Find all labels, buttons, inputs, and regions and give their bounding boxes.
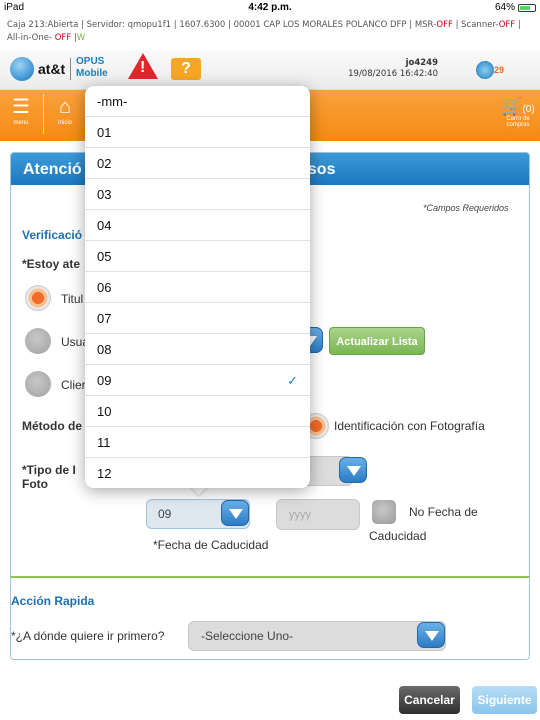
no-expiry-label-1: No Fecha de (409, 505, 478, 519)
option-label: 12 (97, 466, 112, 481)
app-logo: OPUS Mobile (76, 56, 108, 80)
option-label: 11 (97, 435, 111, 450)
month-option[interactable]: 07 (85, 303, 310, 334)
expiry-year-input[interactable]: yyyy (276, 499, 360, 530)
option-label: 03 (97, 187, 112, 202)
notifications-icon[interactable] (476, 61, 494, 79)
option-label: 07 (97, 311, 112, 326)
option-label: 02 (97, 156, 112, 171)
month-option[interactable]: 01 (85, 117, 310, 148)
app-logo-line1: OPUS (76, 56, 105, 67)
month-option[interactable]: 08 (85, 334, 310, 365)
clock: 4:42 p.m. (248, 2, 292, 13)
user-id: jo4249 (405, 58, 438, 68)
allinone-status: OFF (54, 33, 72, 43)
checkmark-icon: ✓ (287, 373, 298, 388)
session-datetime: 19/08/2016 16:42:40 (348, 69, 438, 79)
expiry-date-label: *Fecha de Caducidad (153, 538, 269, 552)
month-dropdown-button[interactable] (221, 500, 249, 526)
nav-divider (43, 94, 44, 134)
attending-label: *Estoy ate (22, 257, 81, 271)
cart-count: (0) (522, 104, 535, 115)
home-label: Inicio (57, 120, 72, 126)
session-info-line: Caja 213:Abierta | Servidor: qmopu1f1 | … (7, 19, 537, 45)
month-option[interactable]: 02 (85, 148, 310, 179)
user-info: jo4249 19/08/2016 16:42:40 (330, 58, 438, 80)
home-button[interactable]: ⌂ Inicio (46, 94, 84, 134)
option-label: 09 (97, 373, 112, 388)
battery-percent: 64% (494, 2, 515, 13)
option-label: 04 (97, 218, 112, 233)
month-option[interactable]: 05 (85, 241, 310, 272)
session-info-text: Caja 213:Abierta | Servidor: qmopu1f1 | … (7, 20, 437, 30)
option-label: 10 (97, 404, 112, 419)
option-label: 05 (97, 249, 112, 264)
att-globe-icon (10, 57, 34, 81)
month-dropdown-list: -mm- 01 02 03 04 05 06 07 08 09 ✓ 10 11 1… (85, 86, 310, 488)
where-to-go-select[interactable]: -Seleccione Uno- (188, 621, 446, 651)
id-type-dropdown-button[interactable] (339, 457, 367, 483)
cancel-button[interactable]: Cancelar (399, 686, 460, 714)
home-icon: ⌂ (58, 96, 72, 118)
option-label: 01 (97, 125, 112, 140)
panel-title: Atenció (23, 161, 82, 178)
where-to-go-label: *¿A dónde quiere ir primero? (11, 629, 165, 643)
w-indicator: W (76, 33, 86, 43)
radio-titular[interactable] (25, 285, 51, 311)
battery-icon (518, 3, 536, 12)
warning-icon-symbol: ! (140, 59, 146, 76)
month-option[interactable]: 12 (85, 458, 310, 488)
status-bar: iPad 4:42 p.m. 64% (0, 0, 540, 16)
scanner-status: OFF (498, 20, 516, 30)
where-to-go-value: -Seleccione Uno- (201, 629, 294, 643)
radio-usuario[interactable] (25, 328, 51, 354)
month-option[interactable]: 11 (85, 427, 310, 458)
month-option-selected[interactable]: 09 ✓ (85, 365, 310, 396)
required-fields-note: *Campos Requeridos (423, 203, 509, 213)
radio-cliente[interactable] (25, 371, 51, 397)
scanner-label: | Scanner- (452, 20, 499, 30)
id-type-label: *Tipo de I Foto (22, 463, 76, 491)
radio-label-cliente: Clier (61, 378, 86, 392)
quick-action-heading: Acción Rapida (11, 594, 95, 608)
month-option[interactable]: 04 (85, 210, 310, 241)
msr-status: OFF (436, 20, 453, 30)
id-type-label-line2: Foto (22, 477, 48, 491)
id-type-label-line1: *Tipo de I (22, 463, 76, 477)
expiry-month-value: 09 (158, 507, 172, 521)
method-label: Método de (22, 419, 82, 433)
option-label: -mm- (97, 94, 128, 109)
option-label: 08 (97, 342, 112, 357)
year-placeholder: yyyy (289, 509, 311, 521)
where-to-go-dropdown-button[interactable] (417, 622, 445, 648)
cart-button[interactable]: 🛒(0) Carro de compras (500, 97, 536, 129)
cart-label-2: compras (506, 122, 530, 128)
logo-divider (70, 58, 71, 80)
menu-button[interactable]: ☰ menu (2, 94, 40, 134)
verification-heading: Verificació (22, 228, 83, 242)
app-logo-line2: Mobile (76, 68, 108, 79)
radio-label-titular: Titul (61, 292, 84, 306)
no-expiry-checkbox[interactable] (372, 500, 396, 524)
update-list-button[interactable]: Actualizar Lista (329, 327, 425, 355)
section-divider (11, 576, 529, 578)
month-option[interactable]: -mm- (85, 86, 310, 117)
hamburger-icon: ☰ (12, 96, 30, 118)
next-button[interactable]: Siguiente (472, 686, 537, 714)
option-label: 06 (97, 280, 112, 295)
menu-label: menu (13, 120, 29, 126)
battery-status: 64% (495, 2, 536, 13)
no-expiry-label-2: Caducidad (369, 529, 427, 543)
cart-icon: 🛒 (501, 97, 523, 116)
help-folder-icon[interactable]: ? (171, 58, 201, 80)
notification-count: 29 (494, 65, 505, 75)
brand-name: at&t (38, 61, 66, 77)
month-option[interactable]: 03 (85, 179, 310, 210)
month-option[interactable]: 06 (85, 272, 310, 303)
month-option[interactable]: 10 (85, 396, 310, 427)
radio-label-photo-id: Identificación con Fotografía (334, 419, 485, 433)
